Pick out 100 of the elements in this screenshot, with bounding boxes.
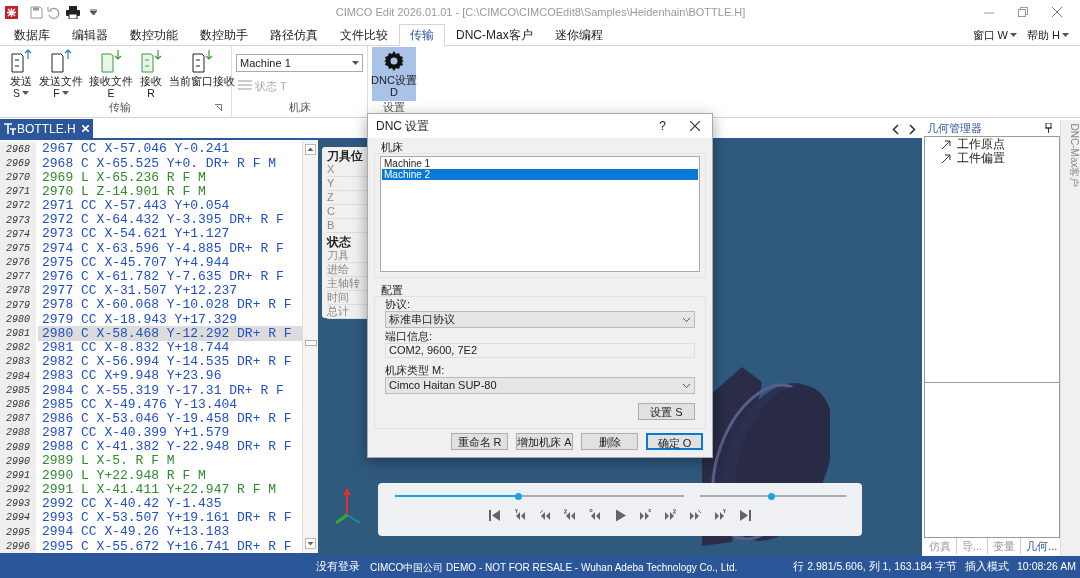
play-icon[interactable] [614, 509, 626, 522]
clock: 10:08:26 AM [1017, 559, 1076, 575]
receive-document-icon [139, 49, 163, 73]
dialog-button[interactable]: 重命名 R [451, 433, 508, 450]
dialog-button[interactable]: 删除 [581, 433, 638, 450]
dnc-settings-button[interactable]: DNC设置 D [372, 47, 416, 101]
list-icon [238, 80, 252, 93]
code-line: 2992 CC X-40.42 Y-1.435 [41, 496, 223, 511]
fast-forward-icon[interactable] [639, 509, 651, 522]
machine-type-dropdown[interactable]: Cimco Haitan SUP-80 [385, 377, 695, 394]
code-line: 2994 CC X-49.26 Y+13.183 [41, 525, 231, 540]
pin-icon[interactable] [1045, 123, 1052, 133]
dropdown-icon[interactable] [90, 9, 97, 15]
close-icon[interactable] [690, 121, 700, 131]
ribbon-tab[interactable]: 编辑器 [61, 25, 119, 45]
rewind-icon[interactable] [589, 509, 601, 522]
line-number: 2995 [0, 525, 36, 540]
code-line: 2995 C X-55.672 Y+16.741 DR+ R F [41, 539, 293, 554]
ribbon-tab[interactable]: DNC-Max客户 [445, 25, 544, 45]
license-text: CIMCO中国公司 DEMO - NOT FOR RESALE - Wuhan Adeba Technology Co., Ltd. [370, 560, 738, 575]
protocol-dropdown[interactable]: 标准串口协议 [385, 311, 695, 328]
send-document-icon [9, 49, 33, 73]
code-line: 2993 C X-53.507 Y+19.161 DR+ R F [41, 510, 293, 526]
scrollbar[interactable] [302, 140, 318, 553]
line-number: 2979 [0, 298, 36, 313]
ribbon-tab[interactable]: 文件比较 [329, 25, 399, 45]
menu-button[interactable]: 窗口 W [967, 25, 1022, 45]
ribbon-tab[interactable]: 数控助手 [189, 25, 259, 45]
rewind-icon[interactable] [564, 509, 576, 522]
ribbon-tab[interactable]: 数据库 [3, 25, 61, 45]
ribbon-tab[interactable]: 路径仿真 [259, 25, 329, 45]
dialog-button[interactable]: 增加机床 A [516, 433, 573, 450]
machine-dropdown[interactable]: Machine 1 [236, 54, 363, 72]
help-button[interactable]: ? [659, 117, 666, 135]
save-icon[interactable] [30, 5, 43, 19]
dialog-title: DNC 设置 [376, 118, 430, 135]
list-item[interactable]: Machine 2 [382, 169, 698, 180]
field-label: 协议: [385, 297, 412, 311]
rewind-icon[interactable] [539, 509, 551, 522]
rewind-icon[interactable] [514, 509, 526, 522]
code-line: 2975 CC X-45.707 Y+4.944 [41, 255, 231, 270]
machine-list[interactable]: Machine 1 Machine 2 [380, 156, 700, 272]
arrow-icon [941, 140, 951, 150]
caret-icon [352, 61, 359, 65]
slider-thumb[interactable] [515, 492, 523, 500]
scroll-down-icon[interactable] [305, 538, 316, 549]
panel-title: 几何管理器 [927, 120, 982, 136]
slider-thumb[interactable] [767, 492, 775, 500]
send-document-icon [49, 49, 73, 73]
code-line: 2982 C X-56.994 Y-14.535 DR+ R F [41, 354, 293, 369]
scroll-thumb[interactable] [305, 340, 317, 346]
code-line: 2974 C X-63.596 Y-4.885 DR+ R F [41, 241, 285, 256]
chevron-left-icon[interactable] [892, 123, 899, 135]
ribbon-tab[interactable]: 传输 [399, 24, 445, 46]
setup-button[interactable]: 设置 S [638, 403, 695, 420]
group-label: 配置 [381, 284, 404, 296]
line-number: 2968 [0, 142, 36, 157]
dialog-button[interactable]: 确定 O [646, 433, 703, 450]
skip-start-icon[interactable] [489, 509, 501, 522]
line-number: 2986 [0, 397, 36, 412]
port-info-field[interactable]: COM2, 9600, 7E2 [385, 343, 695, 358]
skip-end-icon[interactable] [739, 509, 751, 522]
text-file-icon [4, 122, 16, 135]
caret-icon [22, 91, 29, 95]
ribbon-tab[interactable]: 迷你编程 [543, 25, 614, 45]
chevron-down-icon [682, 382, 691, 389]
code-line: 2981 CC X-8.832 Y+18.744 [41, 340, 231, 355]
fast-forward-icon[interactable] [689, 509, 701, 522]
fast-forward-icon[interactable] [714, 509, 726, 522]
restore-icon[interactable] [1018, 7, 1028, 17]
code-line: 2987 CC X-40.399 Y+1.579 [41, 425, 231, 440]
ribbon-button[interactable]: 发送 S [6, 49, 36, 99]
code-line: 2989 L X-5. R F M [41, 454, 176, 469]
field-label: 端口信息: [385, 329, 434, 343]
ribbon-tab[interactable]: 数控功能 [119, 25, 189, 45]
ribbon-button[interactable]: 发送文件 F [36, 49, 86, 99]
fast-forward-icon[interactable] [664, 509, 676, 522]
code-line: 2967 CC X-57.046 Y-0.241 [41, 142, 231, 157]
ribbon-button[interactable]: 接收 R [136, 49, 166, 99]
ribbon-button[interactable]: 当前窗口接收 [166, 49, 238, 87]
line-number: 2974 [0, 227, 36, 242]
print-icon[interactable] [66, 5, 80, 19]
menu-button[interactable]: 帮助 H [1022, 25, 1074, 45]
scroll-up-icon[interactable] [305, 144, 316, 155]
chevron-right-icon[interactable] [909, 123, 916, 135]
caret-icon [1010, 33, 1017, 37]
receive-document-icon [190, 49, 214, 73]
undo-icon[interactable] [47, 5, 60, 19]
line-number: 2969 [0, 156, 36, 171]
line-number: 2981 [0, 326, 36, 341]
document-tab[interactable]: BOTTLE.H [0, 119, 93, 138]
line-number: 2996 [0, 539, 36, 554]
code-line: 2986 C X-53.046 Y-19.458 DR+ R F [41, 411, 293, 426]
code-line: 2990 L Y+22.948 R F M [41, 468, 207, 483]
dialog-launcher-icon[interactable] [215, 104, 222, 111]
code-line: 2969 L X-65.236 R F M [41, 170, 207, 185]
tree-item[interactable]: 工作原点 [933, 138, 1059, 152]
ribbon-button[interactable]: 接收文件 E [86, 49, 136, 99]
tree-item[interactable]: 工件偏置 [933, 152, 1059, 166]
list-item[interactable]: Machine 1 [382, 158, 698, 169]
